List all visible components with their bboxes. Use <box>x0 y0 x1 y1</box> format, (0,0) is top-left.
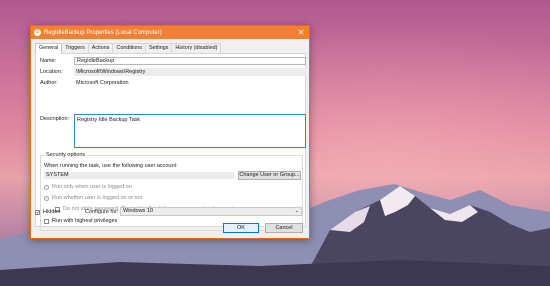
radio-logged-on-or-not-label: Run whether user is logged on or not <box>52 195 143 201</box>
hidden-check-box: ✓ <box>35 209 41 216</box>
check-highest-privileges-label: Run with highest privileges <box>52 218 118 224</box>
configure-for-value: Windows 10 <box>123 208 153 214</box>
window-title: RegIdleBackup Properties (Local Computer… <box>44 29 162 36</box>
security-options-group: Security options When running the task, … <box>40 152 303 231</box>
description-label: Description: <box>40 116 70 122</box>
radio-logged-on-or-not[interactable]: Run whether user is logged on or not <box>44 195 142 201</box>
location-row: Location: \Microsoft\Windows\Registry <box>40 68 306 76</box>
description-row: Description: <box>40 116 74 122</box>
radio-logged-on[interactable]: Run only when user is logged on <box>44 184 132 190</box>
general-panel: Name: RegIdleBackup Location: \Microsoft… <box>35 53 306 231</box>
name-row: Name: RegIdleBackup <box>40 57 306 65</box>
description-field[interactable]: Registry Idle Backup Task <box>74 114 306 148</box>
check-highest-privileges-box <box>44 218 49 224</box>
tab-settings[interactable]: Settings <box>144 43 173 53</box>
ok-button[interactable]: OK <box>223 223 259 233</box>
cancel-button[interactable]: Cancel <box>265 223 303 233</box>
hidden-label: Hidden <box>43 209 61 215</box>
radio-logged-on-dot <box>44 184 49 190</box>
tab-strip: General Triggers Actions Conditions Sett… <box>35 43 222 54</box>
title-bar: ⏲ RegIdleBackup Properties (Local Comput… <box>31 26 309 39</box>
configure-for-label: Configure for: <box>85 209 119 215</box>
chevron-down-icon: ⌄ <box>294 208 299 214</box>
check-highest-privileges[interactable]: Run with highest privileges <box>44 218 117 224</box>
name-label: Name: <box>40 58 57 64</box>
tab-conditions[interactable]: Conditions <box>112 43 146 53</box>
configure-for-select[interactable]: Windows 10 ⌄ <box>120 207 302 216</box>
properties-dialog: ⏲ RegIdleBackup Properties (Local Comput… <box>30 25 310 239</box>
radio-logged-on-or-not-dot <box>44 195 49 201</box>
change-user-button[interactable]: Change User or Group... <box>238 171 301 180</box>
author-row: Author: Microsoft Corporation <box>40 79 129 87</box>
tab-triggers[interactable]: Triggers <box>61 43 89 53</box>
location-field: \Microsoft\Windows\Registry <box>74 68 306 76</box>
tab-general[interactable]: General <box>35 43 63 54</box>
user-account-prompt: When running the task, use the following… <box>44 163 178 169</box>
task-scheduler-icon: ⏲ <box>34 29 41 36</box>
hidden-checkbox[interactable]: ✓ Hidden <box>35 209 60 215</box>
radio-logged-on-label: Run only when user is logged on <box>52 184 132 190</box>
security-options-legend: Security options <box>44 152 88 158</box>
tab-history[interactable]: History (disabled) <box>171 43 222 53</box>
author-label: Author: <box>40 80 58 86</box>
tab-actions[interactable]: Actions <box>87 43 114 53</box>
name-field[interactable]: RegIdleBackup <box>74 57 306 65</box>
location-label: Location: <box>40 69 63 75</box>
author-value: Microsoft Corporation <box>76 80 129 86</box>
user-account-field: SYSTEM <box>44 172 234 179</box>
close-button[interactable]: ✕ <box>296 26 306 39</box>
